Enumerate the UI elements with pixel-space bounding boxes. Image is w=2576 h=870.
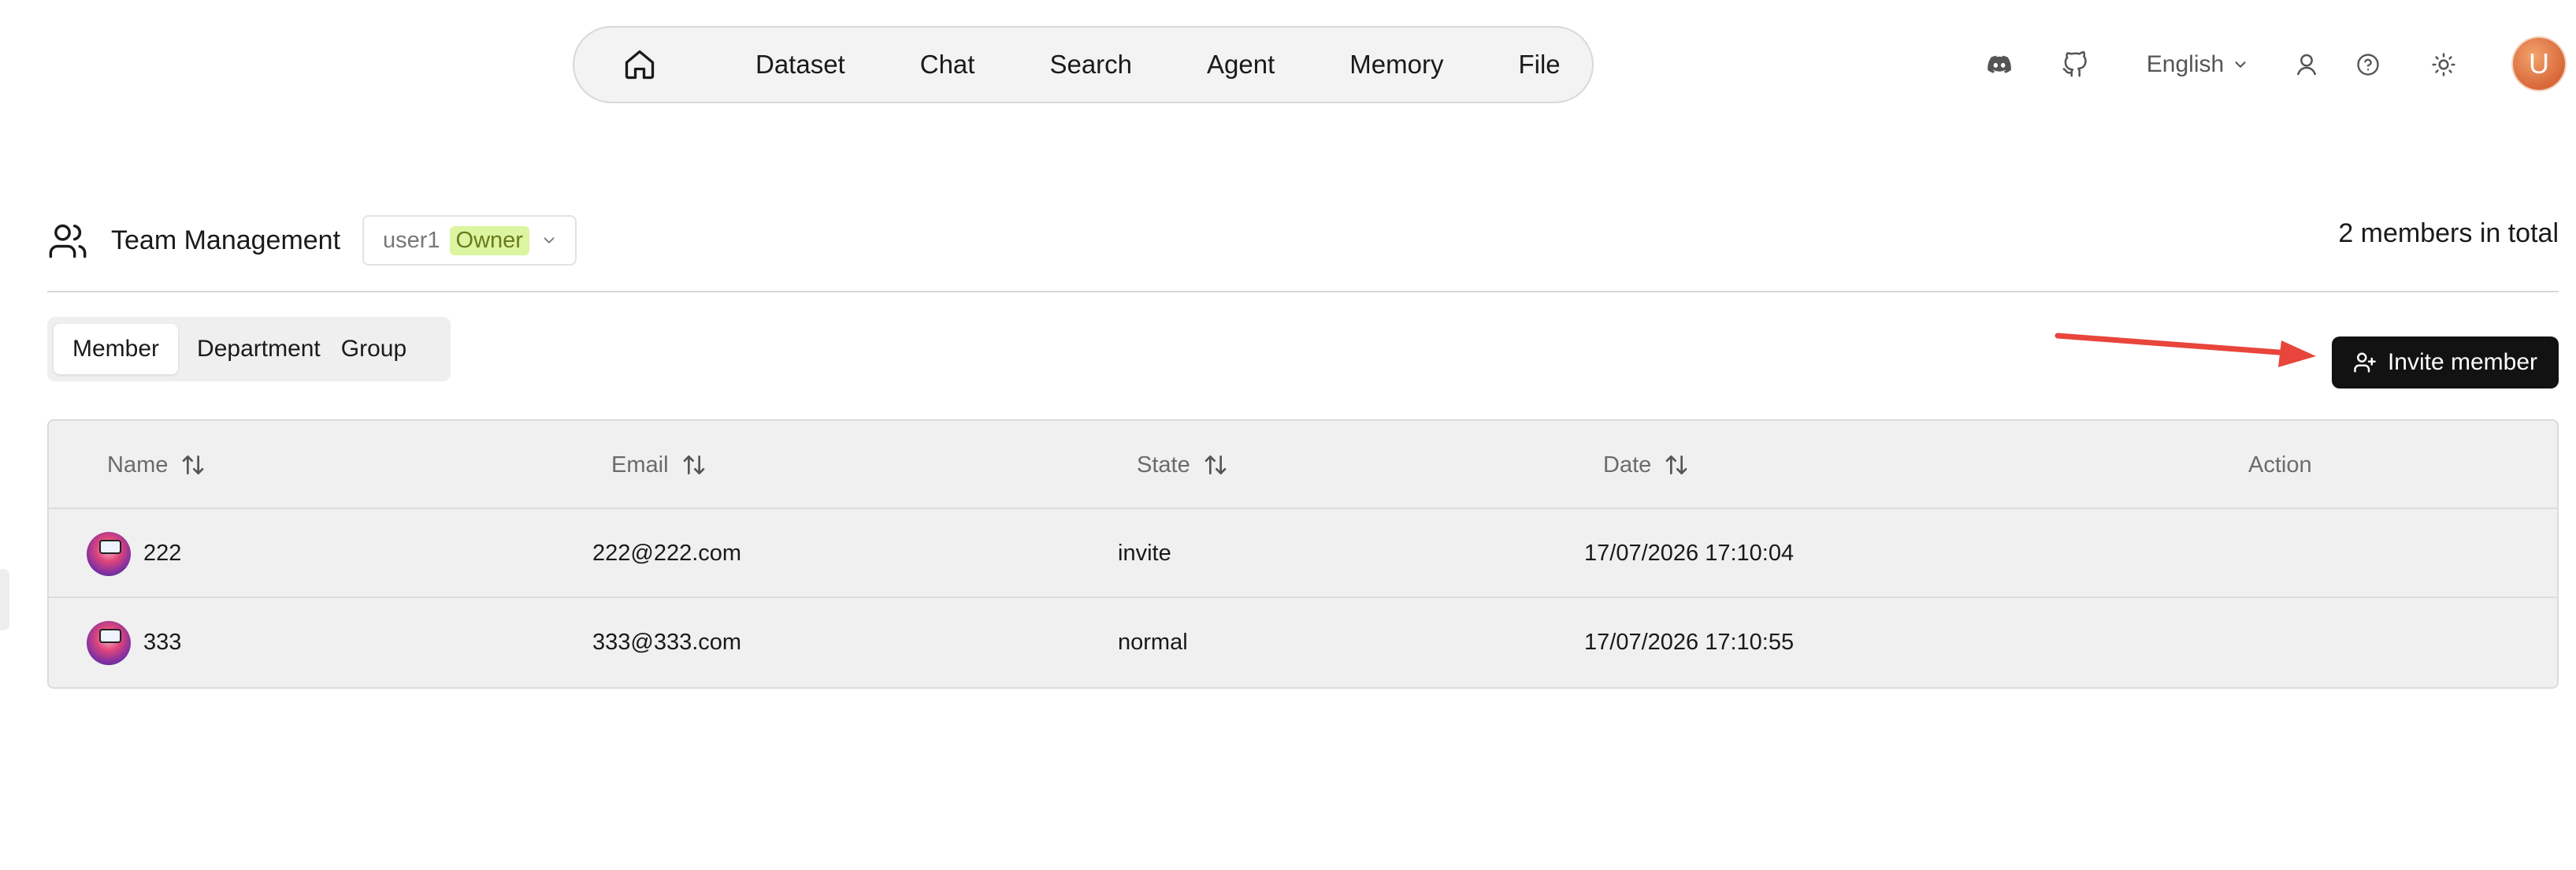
- page-title: Team Management: [111, 225, 341, 255]
- avatar: [87, 531, 131, 576]
- nav-search[interactable]: Search: [1049, 50, 1132, 80]
- sun-icon: [2432, 53, 2455, 76]
- help-button[interactable]: [2352, 26, 2384, 103]
- sort-icon: [1665, 455, 1687, 474]
- home-icon: [625, 50, 655, 80]
- avatar: [87, 620, 131, 665]
- nav-chat[interactable]: Chat: [920, 50, 975, 80]
- nav-memory[interactable]: Memory: [1349, 50, 1443, 80]
- cell-name: 333: [87, 598, 181, 687]
- cell-date: 17/07/2026 17:10:04: [1584, 541, 1795, 566]
- cell-date: 17/07/2026 17:10:55: [1584, 630, 1795, 655]
- column-label: Email: [611, 452, 669, 478]
- cell-state: normal: [1118, 630, 1188, 655]
- team-selector[interactable]: user1 Owner: [362, 215, 577, 266]
- column-header-email[interactable]: Email: [611, 421, 707, 509]
- nav-file[interactable]: File: [1518, 50, 1560, 80]
- chevron-down-icon: [544, 237, 555, 244]
- sort-icon: [183, 455, 204, 474]
- cell-state: invite: [1118, 541, 1171, 566]
- header-tools: English: [1969, 26, 2576, 103]
- team-tabs: Member Department Group: [47, 317, 451, 381]
- sort-icon: [683, 455, 704, 474]
- column-header-name[interactable]: Name: [107, 421, 206, 509]
- cell-name: 222: [87, 509, 181, 598]
- chevron-down-icon: [2235, 61, 2246, 68]
- home-button[interactable]: [611, 35, 669, 94]
- language-label: English: [2146, 51, 2225, 77]
- role-badge: Owner: [449, 225, 529, 255]
- tab-group[interactable]: Group: [340, 324, 425, 374]
- header-divider: [47, 291, 2559, 292]
- member-name: 222: [143, 541, 182, 566]
- column-label: Action: [2248, 452, 2312, 478]
- table-row: 333 333@333.com normal 17/07/2026 17:10:…: [49, 598, 2557, 687]
- column-header-date[interactable]: Date: [1603, 421, 1689, 509]
- help-icon: [2357, 54, 2379, 76]
- nav-agent[interactable]: Agent: [1207, 50, 1275, 80]
- member-name: 333: [143, 630, 182, 655]
- column-header-action: Action: [2248, 421, 2312, 509]
- cell-email: 222@222.com: [592, 541, 742, 566]
- team-selector-user: user1: [383, 227, 440, 253]
- table-row: 222 222@222.com invite 17/07/2026 17:10:…: [49, 509, 2557, 598]
- column-label: Date: [1603, 452, 1652, 478]
- table-header: Name Email State Date Action: [49, 421, 2557, 509]
- theme-toggle-button[interactable]: [2428, 26, 2459, 103]
- side-panel-handle[interactable]: [0, 569, 9, 630]
- team-icon: [49, 224, 87, 258]
- nav-dataset[interactable]: Dataset: [755, 50, 845, 80]
- top-navigation: Dataset Chat Search Agent Memory File: [573, 26, 1594, 103]
- invite-member-label: Invite member: [2387, 349, 2538, 375]
- discord-button[interactable]: [1984, 26, 2015, 103]
- annotation-arrow: [2054, 333, 2316, 367]
- user-icon: [2297, 54, 2316, 76]
- user-plus-icon: [2354, 352, 2376, 373]
- invite-member-button[interactable]: Invite member: [2332, 336, 2559, 389]
- column-label: State: [1137, 452, 1190, 478]
- sort-icon: [1204, 455, 1227, 474]
- members-table: Name Email State Date Action 222 222@222…: [47, 419, 2559, 689]
- tab-department[interactable]: Department: [178, 324, 340, 374]
- tab-member[interactable]: Member: [54, 324, 179, 374]
- column-header-state[interactable]: State: [1137, 421, 1228, 509]
- discord-icon: [1988, 55, 2011, 73]
- user-profile-button[interactable]: [2291, 26, 2322, 103]
- language-select[interactable]: English: [2143, 26, 2253, 103]
- github-button[interactable]: [2059, 26, 2091, 103]
- github-icon: [2062, 51, 2087, 77]
- members-count: 2 members in total: [2338, 218, 2559, 248]
- user-avatar[interactable]: U: [2513, 38, 2565, 90]
- cell-email: 333@333.com: [592, 630, 742, 655]
- column-label: Name: [107, 452, 169, 478]
